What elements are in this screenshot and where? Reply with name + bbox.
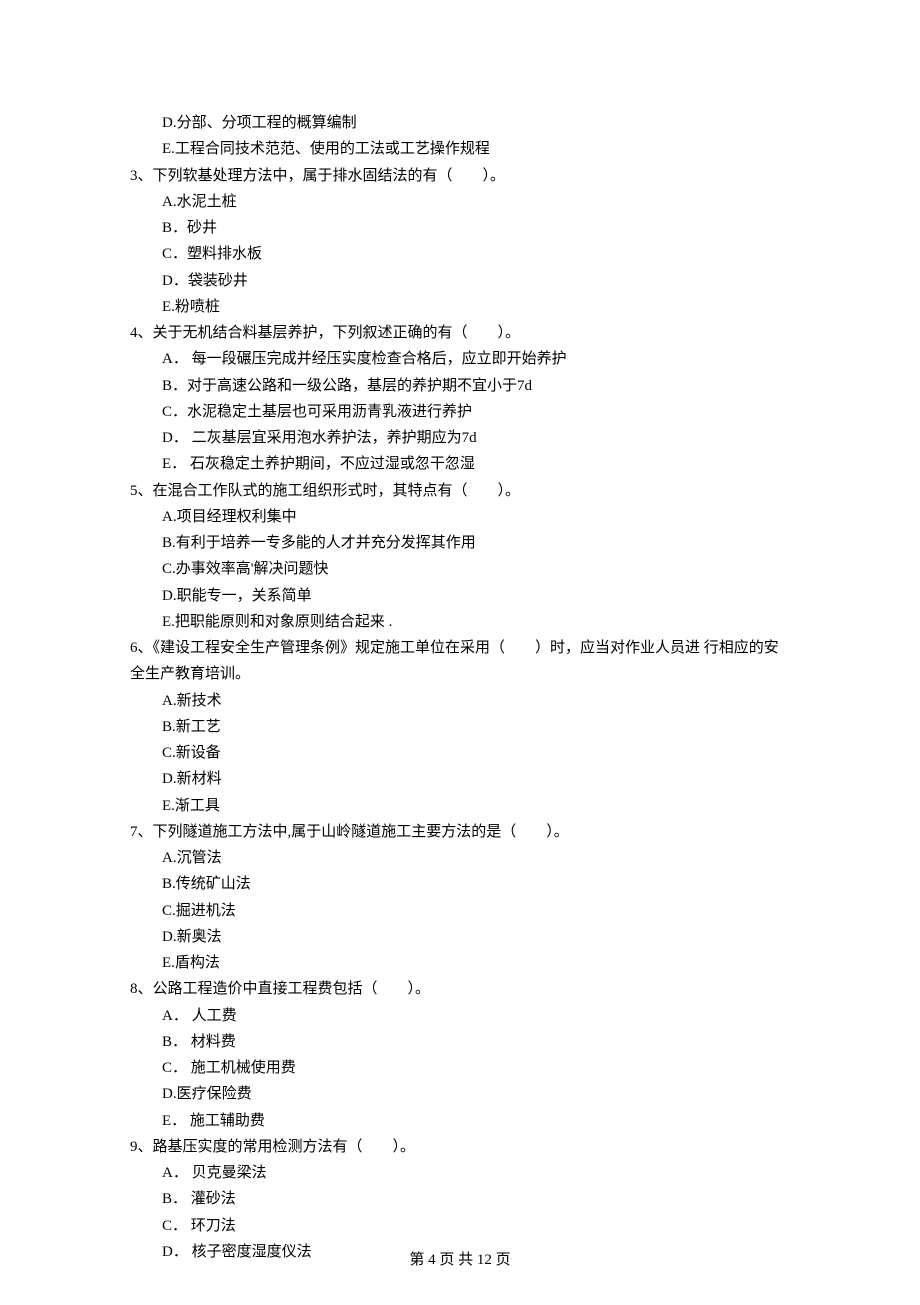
- options-block: A.水泥土桩 B．砂井 C．塑料排水板 D．袋装砂井 E.粉喷桩: [130, 189, 790, 320]
- option-text: E.渐工具: [162, 793, 790, 819]
- question-block: 8、公路工程造价中直接工程费包括（ ）。 A． 人工费 B． 材料费 C． 施工…: [130, 976, 790, 1134]
- option-text: C．水泥稳定土基层也可采用沥青乳液进行养护: [162, 399, 790, 425]
- option-text: B.传统矿山法: [162, 871, 790, 897]
- option-text: B．对于高速公路和一级公路，基层的养护期不宜小于7d: [162, 373, 790, 399]
- pre-options-block: D.分部、分项工程的概算编制 E.工程合同技术范范、使用的工法或工艺操作规程: [130, 110, 790, 163]
- option-text: B.有利于培养一专多能的人才并充分发挥其作用: [162, 530, 790, 556]
- question-stem: 8、公路工程造价中直接工程费包括（ ）。: [130, 976, 790, 1002]
- option-text: A.水泥土桩: [162, 189, 790, 215]
- option-text: A． 人工费: [162, 1003, 790, 1029]
- page-footer: 第 4 页 共 12 页: [0, 1247, 920, 1273]
- option-text: D.新材料: [162, 766, 790, 792]
- option-text: D.分部、分项工程的概算编制: [162, 110, 790, 136]
- question-block: 5、在混合工作队式的施工组织形式时，其特点有（ ）。 A.项目经理权利集中 B.…: [130, 478, 790, 636]
- question-stem: 5、在混合工作队式的施工组织形式时，其特点有（ ）。: [130, 478, 790, 504]
- option-text: E.盾构法: [162, 950, 790, 976]
- option-text: C.新设备: [162, 740, 790, 766]
- option-text: B.新工艺: [162, 714, 790, 740]
- option-text: D.职能专一，关系简单: [162, 583, 790, 609]
- option-text: A.项目经理权利集中: [162, 504, 790, 530]
- page-container: D.分部、分项工程的概算编制 E.工程合同技术范范、使用的工法或工艺操作规程 3…: [0, 0, 920, 1305]
- option-text: D． 二灰基层宜采用泡水养护法，养护期应为7d: [162, 425, 790, 451]
- question-stem: 4、关于无机结合料基层养护，下列叙述正确的有（ ）。: [130, 320, 790, 346]
- question-stem: 6、《建设工程安全生产管理条例》规定施工单位在采用（ ）时，应当对作业人员进 行…: [130, 635, 790, 688]
- option-text: A． 贝克曼梁法: [162, 1160, 790, 1186]
- option-text: B． 材料费: [162, 1029, 790, 1055]
- option-text: C．塑料排水板: [162, 241, 790, 267]
- question-block: 9、路基压实度的常用检测方法有（ ）。 A． 贝克曼梁法 B． 灌砂法 C． 环…: [130, 1134, 790, 1265]
- option-text: B．砂井: [162, 215, 790, 241]
- option-text: A.新技术: [162, 688, 790, 714]
- question-stem: 7、下列隧道施工方法中,属于山岭隧道施工主要方法的是（ ）。: [130, 819, 790, 845]
- option-text: C.掘进机法: [162, 898, 790, 924]
- options-block: A.新技术 B.新工艺 C.新设备 D.新材料 E.渐工具: [130, 688, 790, 819]
- options-block: A． 每一段碾压完成并经压实度检查合格后，应立即开始养护 B．对于高速公路和一级…: [130, 346, 790, 477]
- option-text: D.医疗保险费: [162, 1081, 790, 1107]
- options-block: A． 人工费 B． 材料费 C． 施工机械使用费 D.医疗保险费 E． 施工辅助…: [130, 1003, 790, 1134]
- options-block: A.沉管法 B.传统矿山法 C.掘进机法 D.新奥法 E.盾构法: [130, 845, 790, 976]
- option-text: B． 灌砂法: [162, 1186, 790, 1212]
- question-block: 3、下列软基处理方法中，属于排水固结法的有（ ）。 A.水泥土桩 B．砂井 C．…: [130, 163, 790, 321]
- question-stem: 9、路基压实度的常用检测方法有（ ）。: [130, 1134, 790, 1160]
- option-text: E.粉喷桩: [162, 294, 790, 320]
- option-text: E． 施工辅助费: [162, 1108, 790, 1134]
- option-text: E.工程合同技术范范、使用的工法或工艺操作规程: [162, 136, 790, 162]
- question-block: 4、关于无机结合料基层养护，下列叙述正确的有（ ）。 A． 每一段碾压完成并经压…: [130, 320, 790, 478]
- option-text: A.沉管法: [162, 845, 790, 871]
- option-text: D．袋装砂井: [162, 268, 790, 294]
- question-block: 6、《建设工程安全生产管理条例》规定施工单位在采用（ ）时，应当对作业人员进 行…: [130, 635, 790, 819]
- option-text: C． 施工机械使用费: [162, 1055, 790, 1081]
- option-text: E． 石灰稳定土养护期间，不应过湿或忽干忽湿: [162, 451, 790, 477]
- option-text: A． 每一段碾压完成并经压实度检查合格后，应立即开始养护: [162, 346, 790, 372]
- option-text: C.办事效率高'解决问题快: [162, 556, 790, 582]
- option-text: E.把职能原则和对象原则结合起来 .: [162, 609, 790, 635]
- question-block: 7、下列隧道施工方法中,属于山岭隧道施工主要方法的是（ ）。 A.沉管法 B.传…: [130, 819, 790, 977]
- option-text: C． 环刀法: [162, 1213, 790, 1239]
- option-text: D.新奥法: [162, 924, 790, 950]
- question-stem: 3、下列软基处理方法中，属于排水固结法的有（ ）。: [130, 163, 790, 189]
- options-block: A.项目经理权利集中 B.有利于培养一专多能的人才并充分发挥其作用 C.办事效率…: [130, 504, 790, 635]
